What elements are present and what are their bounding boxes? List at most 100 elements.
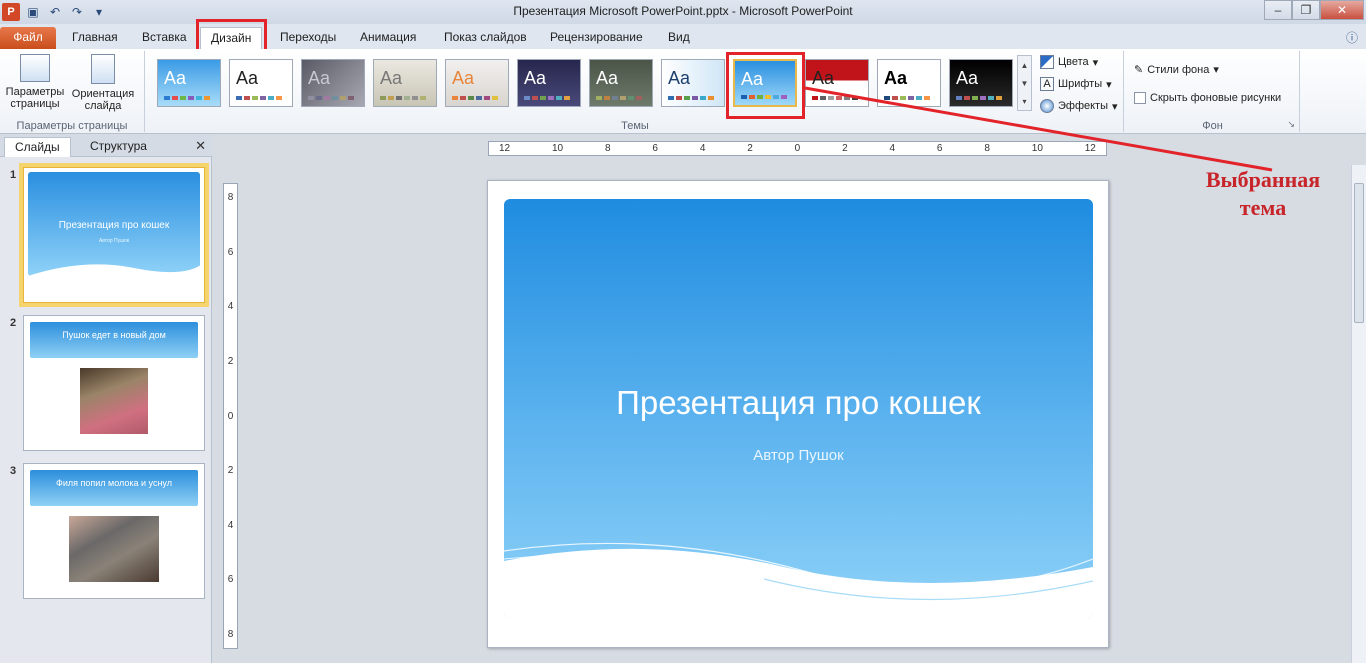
scrollbar-thumb[interactable] [1354,183,1364,323]
slide-thumbnail-1[interactable]: Презентация про кошек Автор Пушок [23,167,205,303]
slides-panel-tabs: Слайды Структура ✕ [0,135,212,157]
hide-background-label: Скрыть фоновые рисунки [1150,92,1282,104]
annotation-line-2: тема [1239,195,1287,220]
slide-thumbnail-3[interactable]: Филя попил молока и уснул [23,463,205,599]
selected-theme-highlight-box [726,52,805,119]
effects-label: Эффекты [1058,100,1109,112]
colors-icon [1040,55,1054,69]
thumb-wave [28,264,202,300]
page-setup-icon [20,54,50,82]
ruler-tick-label: 6 [227,246,234,258]
ruler-tick-label: 4 [699,143,706,154]
theme-thumbnail[interactable]: Aa [805,59,869,107]
scroll-down-icon[interactable]: ▼ [1021,79,1029,88]
theme-thumbnail[interactable]: Aa [157,59,221,107]
cat-photo [80,368,148,434]
ribbon: Параметры страницы Ориентация слайда Пар… [0,49,1366,134]
orientation-label: Ориентация слайда [71,88,135,112]
vertical-scrollbar[interactable] [1351,165,1366,663]
effects-button[interactable]: Эффекты ▾ [1040,99,1118,113]
window-controls: – ❐ ✕ [1264,0,1364,20]
theme-thumbnail[interactable]: Aa [589,59,653,107]
slide-number: 2 [10,317,17,329]
ruler-tick-label: 4 [227,301,234,313]
ruler-tick-label: 10 [1031,143,1043,154]
page-setup-button[interactable]: Параметры страницы [2,54,68,110]
cat-photo [69,516,159,582]
effects-icon [1040,99,1054,113]
maximize-button[interactable]: ❐ [1292,0,1320,20]
more-themes-icon[interactable]: ▾ [1022,97,1026,106]
window-title: Презентация Microsoft PowerPoint.pptx - … [513,4,853,18]
background-group: ✎ Стили фона ▾ Скрыть фоновые рисунки Фон… [1126,51,1300,132]
ruler-tick-label: 8 [604,143,611,154]
fonts-button[interactable]: A Шрифты ▾ [1040,77,1112,91]
theme-thumbnail[interactable]: Aa [949,59,1013,107]
close-button[interactable]: ✕ [1320,0,1364,20]
slides-panel: Слайды Структура ✕ 1 Презентация про кош… [0,135,212,663]
theme-thumbnail[interactable]: Aa [661,59,725,107]
theme-thumbnail[interactable]: Aa [877,59,941,107]
slide-number: 1 [10,169,17,181]
tab-review[interactable]: Рецензирование [540,27,653,49]
close-panel-icon[interactable]: ✕ [195,138,206,154]
ruler-tick-label: 4 [889,143,896,154]
theme-thumbnail[interactable]: Aa [445,59,509,107]
ruler-tick-label: 6 [652,143,658,154]
tab-insert[interactable]: Вставка [132,27,197,49]
ruler-tick-label: 6 [227,574,234,586]
slide-number: 3 [10,465,17,477]
slide-subtitle[interactable]: Автор Пушок [504,447,1093,464]
tab-animations[interactable]: Анимация [350,27,426,49]
tab-highlight-box [196,19,267,53]
theme-thumbnail[interactable]: Aa [373,59,437,107]
theme-gallery-scroll[interactable]: ▲ ▼ ▾ [1017,55,1032,111]
themes-group: Aa Aa Aa Aa Aa Aa Aa Aa Aa Aa Aa Aa ▲ ▼ … [147,51,1124,132]
ruler-tick-label: 2 [227,355,234,367]
ruler-tick-label: 8 [984,143,990,154]
ruler-tick-label: 12 [499,143,511,154]
slide-title[interactable]: Презентация про кошек [504,384,1093,422]
thumb-title: Филя попил молока и уснул [30,470,198,506]
background-group-label: Фон [1202,120,1223,132]
theme-thumbnail[interactable]: Aa [517,59,581,107]
tab-slides[interactable]: Слайды [4,137,71,157]
fonts-label: Шрифты [1058,78,1103,90]
orientation-icon [91,54,115,84]
annotation-line-1: Выбранная [1205,167,1321,192]
ruler-tick-label: 2 [227,465,234,477]
page-setup-label: Параметры страницы [5,86,65,110]
hide-background-checkbox[interactable]: Скрыть фоновые рисунки [1134,92,1281,104]
scroll-up-icon[interactable]: ▲ [1021,61,1029,70]
slide-background: Презентация про кошек Автор Пушок [504,199,1093,619]
tab-view[interactable]: Вид [658,27,700,49]
tab-transitions[interactable]: Переходы [270,27,346,49]
help-icon[interactable]: ⓘ [1346,29,1358,46]
ruler-tick-label: 6 [936,143,943,154]
slide-orientation-button[interactable]: Ориентация слайда [70,54,136,112]
theme-thumbnail[interactable]: Aa [301,59,365,107]
current-slide[interactable]: Презентация про кошек Автор Пушок [487,180,1109,648]
tab-outline[interactable]: Структура [80,137,157,157]
thumb-title: Пушок едет в новый дом [30,322,198,358]
ruler-tick-label: 2 [747,143,753,154]
minimize-button[interactable]: – [1264,0,1292,20]
background-styles-button[interactable]: ✎ Стили фона ▾ [1134,63,1219,77]
ruler-tick-label: 12 [1084,143,1096,154]
tab-file[interactable]: Файл [0,27,56,50]
ruler-tick-label: 0 [794,143,801,154]
background-styles-icon: ✎ [1134,64,1144,76]
colors-label: Цвета [1058,56,1089,68]
colors-button[interactable]: Цвета ▾ [1040,55,1098,69]
ruler-tick-label: 4 [227,519,234,531]
ruler-tick-label: 2 [842,143,848,154]
dialog-launcher-icon[interactable]: ↘ [1287,119,1295,130]
theme-thumbnail[interactable]: Aa [229,59,293,107]
ruler-tick-label: 8 [227,192,234,203]
tab-home[interactable]: Главная [62,27,128,49]
slide-thumbnail-2[interactable]: Пушок едет в новый дом [23,315,205,451]
theme-options: Цвета ▾ A Шрифты ▾ Эффекты ▾ [1032,51,1124,132]
tab-slide-show[interactable]: Показ слайдов [434,27,537,49]
background-styles-label: Стили фона [1147,63,1210,76]
checkbox-icon[interactable] [1134,92,1146,104]
